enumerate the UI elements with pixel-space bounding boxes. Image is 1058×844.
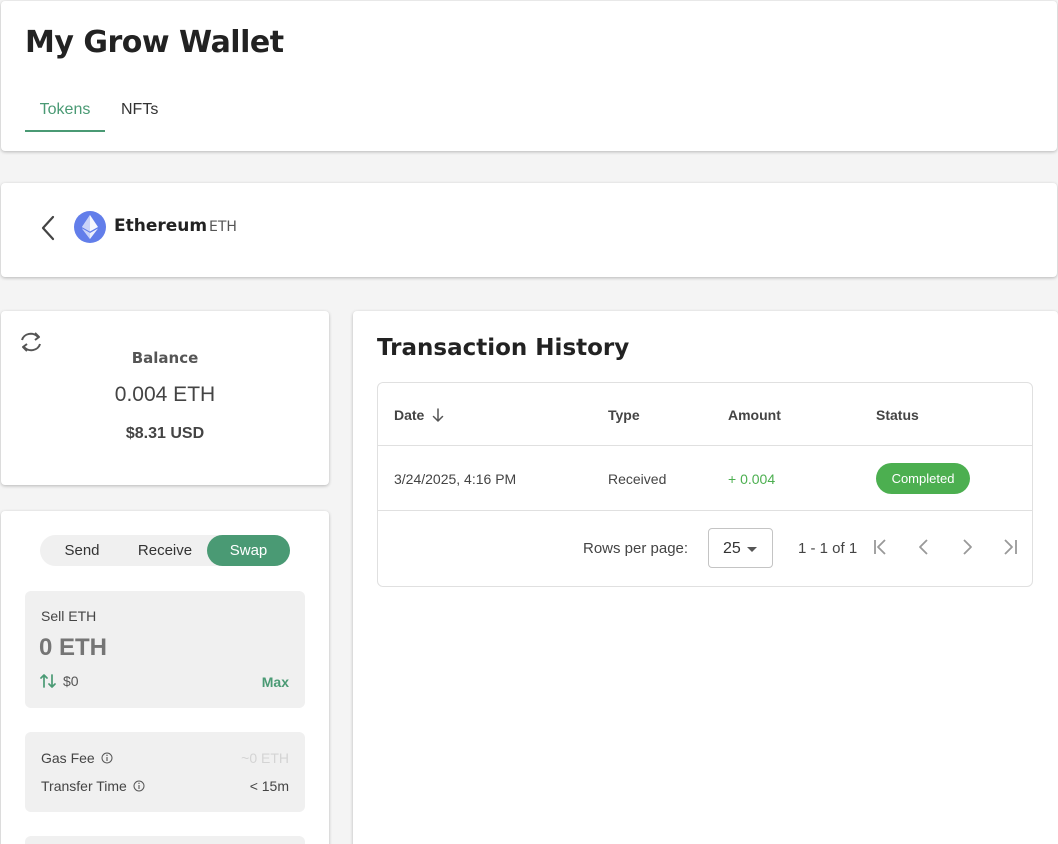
pagination: Rows per page: 25 1 - 1 of 1 <box>378 512 1032 587</box>
info-icon[interactable] <box>133 780 145 792</box>
asset-name: Ethereum <box>114 216 208 236</box>
caret-down-icon <box>747 547 757 552</box>
back-button[interactable] <box>37 214 59 242</box>
gas-fee-value: ~0 ETH <box>241 750 289 766</box>
column-label: Date <box>394 407 425 423</box>
previous-page-button[interactable] <box>913 536 935 558</box>
first-page-button[interactable] <box>870 536 892 558</box>
balance-card: Balance 0.004 ETH $8.31 USD <box>1 311 329 485</box>
gas-fee-row: Gas Fee ~0 ETH <box>41 748 289 768</box>
swap-vertical-icon <box>40 674 56 688</box>
rows-per-page-label: Rows per page: <box>583 540 689 557</box>
row-amount: + 0.004 <box>728 471 776 487</box>
column-header-status: Status <box>876 407 919 423</box>
column-header-date[interactable]: Date <box>394 407 444 423</box>
transfer-time-value: < 15m <box>249 778 289 794</box>
status-badge: Completed <box>876 463 970 494</box>
last-page-icon <box>1004 539 1017 555</box>
balance-usd: $8.31 USD <box>125 425 205 442</box>
sell-label: Sell ETH <box>41 608 97 624</box>
tab-nfts[interactable]: NFTs <box>121 97 158 132</box>
asset-header-card: Ethereum ETH <box>1 183 1057 277</box>
row-date: 3/24/2025, 4:16 PM <box>394 471 517 487</box>
toggle-currency-button[interactable] <box>40 673 56 689</box>
history-title: Transaction History <box>377 335 630 361</box>
rows-per-page-value: 25 <box>723 540 741 557</box>
rows-per-page-select[interactable]: 25 <box>708 528 773 568</box>
column-header-amount: Amount <box>728 407 781 423</box>
header-card: My Grow Wallet Tokens NFTs <box>1 1 1057 151</box>
balance-amount: 0.004 ETH <box>114 383 216 406</box>
action-mode-switch: Send Receive Swap <box>40 535 290 566</box>
first-page-icon <box>874 539 886 555</box>
next-panel <box>25 836 305 844</box>
last-page-button[interactable] <box>999 536 1021 558</box>
transfer-time-label: Transfer Time <box>41 778 127 794</box>
tab-tokens[interactable]: Tokens <box>25 97 105 132</box>
table-row[interactable]: 3/24/2025, 4:16 PM Received + 0.004 Comp… <box>378 447 1032 511</box>
wallet-tabs: Tokens NFTs <box>25 97 158 132</box>
receive-mode-button[interactable]: Receive <box>124 535 206 566</box>
transaction-history-card: Transaction History Date Type Amount Sta… <box>353 311 1058 844</box>
page-title: My Grow Wallet <box>25 25 284 60</box>
sell-usd-value: $0 <box>63 673 79 689</box>
table-header: Date Type Amount Status <box>378 383 1032 446</box>
arrow-down-icon <box>433 408 444 422</box>
info-icon[interactable] <box>101 752 113 764</box>
max-button[interactable]: Max <box>262 674 289 690</box>
asset-symbol: ETH <box>209 219 237 235</box>
ethereum-icon <box>74 211 106 243</box>
swap-mode-button[interactable]: Swap <box>207 535 290 566</box>
gas-fee-label: Gas Fee <box>41 750 95 766</box>
row-type: Received <box>608 471 667 487</box>
sell-amount-input[interactable] <box>39 631 289 665</box>
chevron-right-icon <box>963 539 972 555</box>
chevron-left-icon <box>41 215 55 241</box>
next-page-button[interactable] <box>956 536 978 558</box>
page-range: 1 - 1 of 1 <box>798 540 858 557</box>
column-header-type: Type <box>608 407 640 423</box>
sell-panel: Sell ETH $0 Max <box>25 591 305 708</box>
transaction-table: Date Type Amount Status 3/24/2025, 4:16 … <box>377 382 1033 587</box>
action-card: Send Receive Swap Sell ETH $0 Max Gas Fe… <box>1 511 329 844</box>
fee-panel: Gas Fee ~0 ETH Transfer Time < 15m <box>25 732 305 812</box>
chevron-left-icon <box>919 539 928 555</box>
balance-label: Balance <box>131 349 199 367</box>
transfer-time-row: Transfer Time < 15m <box>41 776 289 796</box>
send-mode-button[interactable]: Send <box>40 535 124 566</box>
